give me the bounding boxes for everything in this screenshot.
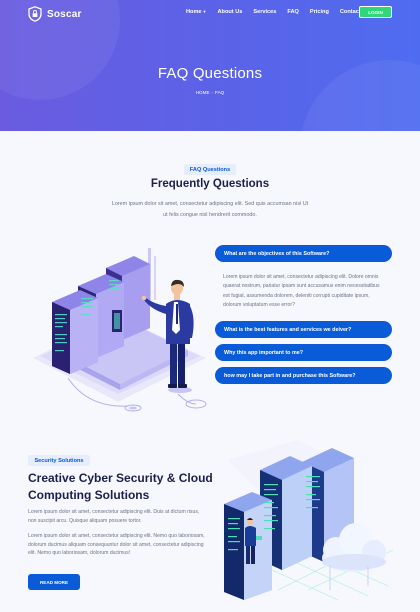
faq-section-description: Lorem ipsum dolor sit amet, consectetur … — [111, 201, 309, 218]
faq-question-label: Why this app important to me? — [224, 349, 304, 356]
faq-question-label: What are the objectives of this Software… — [224, 250, 330, 257]
nav-item-about[interactable]: About Us — [218, 9, 243, 15]
brand-name: Soscar — [47, 8, 82, 20]
nav-item-label: Home — [186, 9, 202, 15]
login-button[interactable]: LOGIN — [359, 6, 392, 18]
breadcrumb-current: FAQ — [215, 90, 225, 95]
faq-question-label: how may I take part in and purchase this… — [224, 372, 356, 379]
nav-item-pricing[interactable]: Pricing — [310, 9, 329, 15]
breadcrumb: HOME - FAQ — [0, 90, 420, 95]
nav-item-contact[interactable]: Contact — [340, 9, 361, 15]
breadcrumb-home-link[interactable]: HOME — [196, 90, 210, 95]
security-section-badge: Security Solutions — [28, 455, 90, 466]
faq-question-3[interactable]: Why this app important to me? — [215, 344, 392, 361]
read-more-button[interactable]: READ MORE — [28, 574, 80, 590]
cloud-servers-illustration — [224, 440, 394, 600]
faq-question-1[interactable]: What are the objectives of this Software… — [215, 245, 392, 262]
page-title: FAQ Questions — [157, 65, 263, 82]
faq-question-4[interactable]: how may I take part in and purchase this… — [215, 367, 392, 384]
faq-section-badge: FAQ Questions — [184, 164, 236, 175]
faq-question-2[interactable]: What is the best features and services w… — [215, 321, 392, 338]
server-engineer-illustration — [33, 248, 207, 412]
nav-item-home[interactable]: Home▼ — [186, 9, 207, 15]
nav-item-faq[interactable]: FAQ — [287, 9, 299, 15]
breadcrumb-separator: - — [211, 90, 214, 95]
faq-question-label: What is the best features and services w… — [224, 326, 352, 333]
faq-section-title: Frequently Questions — [150, 178, 270, 190]
main-nav: Home▼ About Us Services FAQ Pricing Cont… — [186, 9, 361, 15]
caret-down-icon: ▼ — [202, 9, 207, 14]
security-section-title: Creative Cyber Security & Cloud Computin… — [28, 471, 213, 502]
security-paragraph-1: Lorem ipsum dolor sit amet, consectetur … — [28, 509, 200, 524]
nav-item-services[interactable]: Services — [253, 9, 276, 15]
shield-lock-icon — [28, 6, 42, 22]
brand-logo[interactable]: Soscar — [28, 6, 82, 22]
security-paragraph-2: Lorem ipsum dolor sit amet, consectetur … — [28, 533, 205, 557]
hero-banner: Soscar Home▼ About Us Services FAQ Prici… — [0, 0, 420, 131]
faq-answer-1: Lorem ipsum dolor sit amet, consectetur … — [223, 274, 380, 308]
